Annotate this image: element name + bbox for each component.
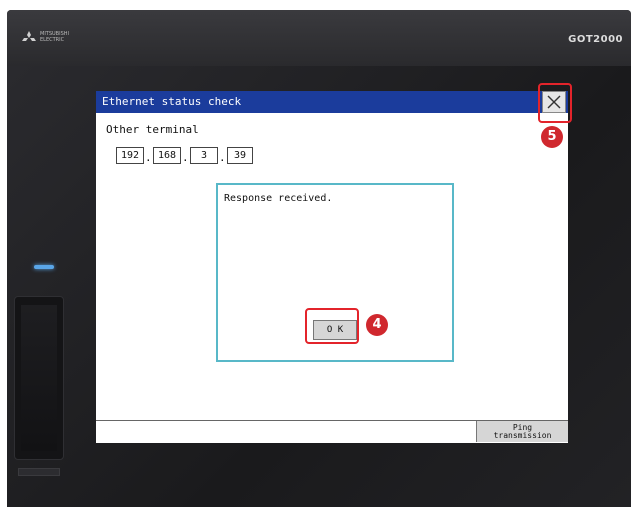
brand-text: MITSUBISHI ELECTRIC	[40, 31, 69, 43]
sd-card-slot-cover	[14, 296, 64, 460]
window-titlebar: Ethernet status check	[96, 91, 568, 113]
response-message: Response received.	[224, 193, 333, 204]
power-led	[34, 265, 54, 269]
ip-octet-3[interactable]: 3	[190, 147, 218, 164]
close-callout-ring	[538, 83, 572, 123]
three-diamonds-icon	[22, 31, 36, 41]
ip-octet-2[interactable]: 168	[153, 147, 181, 164]
ip-octet-4[interactable]: 39	[227, 147, 253, 164]
other-terminal-label: Other terminal	[106, 123, 199, 136]
step-5-badge: 5	[541, 126, 563, 148]
bottom-plate	[18, 468, 60, 476]
ip-dot: .	[145, 151, 152, 164]
mitsubishi-logo: MITSUBISHI ELECTRIC	[20, 30, 80, 44]
ok-callout-ring	[305, 308, 359, 344]
step-4-badge: 4	[366, 314, 388, 336]
ping-label-line2: transmission	[493, 431, 552, 440]
ip-octet-1[interactable]: 192	[116, 147, 144, 164]
device-top-bar	[7, 10, 631, 66]
window-title: Ethernet status check	[102, 95, 242, 108]
ping-transmission-button[interactable]: Ping transmission	[476, 421, 568, 442]
ip-dot: .	[219, 151, 226, 164]
model-label: GOT2000	[568, 34, 623, 45]
ip-dot: .	[182, 151, 189, 164]
hmi-screen: Ethernet status check Other terminal 192…	[96, 91, 568, 443]
